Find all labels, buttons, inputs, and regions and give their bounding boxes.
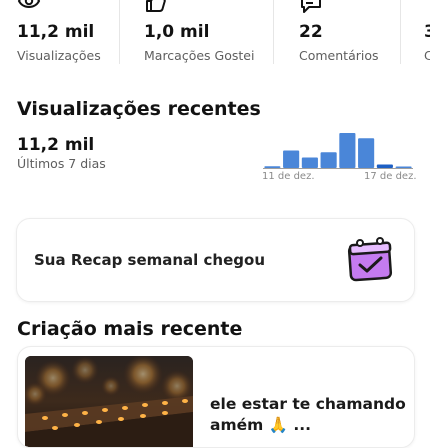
divider (119, 0, 120, 64)
stat-views-label: Visualizações (17, 48, 101, 63)
stat-partial-value: 3 (424, 22, 430, 42)
chart-axis (263, 168, 413, 169)
comment-icon (301, 0, 321, 13)
latest-creation-card[interactable]: ele estar te chamando amém 🙏 ... (17, 346, 415, 448)
stat-views-value: 11,2 mil (17, 22, 95, 42)
chart-tick-start: 11 de dez. (262, 171, 315, 182)
chart-tick-end: 17 de dez. (364, 171, 417, 182)
stat-comments-label: Comentários (299, 48, 379, 63)
eye-icon (17, 0, 41, 8)
weekly-recap-card[interactable]: Sua Recap semanal chegou (16, 218, 415, 302)
stat-partial-label: C (424, 48, 430, 63)
video-thumbnail[interactable] (25, 356, 193, 447)
chart-bar-4[interactable] (320, 152, 337, 168)
stat-partial[interactable]: 3 C (424, 0, 430, 64)
candles-image (25, 356, 193, 447)
weekly-recap-text: Sua Recap semanal chegou (34, 251, 266, 269)
calendar-check-icon (347, 237, 393, 282)
stats-row: 11,2 mil Visualizações 1,0 mil Marcações… (0, 0, 430, 64)
recent-views-subtitle: Últimos 7 dias (17, 156, 106, 171)
divider (400, 0, 401, 64)
latest-creation-title: Criação mais recente (17, 318, 243, 340)
recent-views-value: 11,2 mil (17, 135, 95, 155)
divider (273, 0, 274, 64)
chart-bar-6[interactable] (358, 138, 375, 168)
stat-likes-value: 1,0 mil (144, 22, 210, 42)
chart-bar-2[interactable] (283, 150, 300, 169)
thumbs-up-icon (146, 0, 166, 12)
stat-comments-value: 22 (299, 22, 323, 42)
chart-bar-5[interactable] (339, 133, 356, 168)
chart-bar-3[interactable] (301, 157, 318, 169)
views-bar-chart[interactable] (263, 132, 413, 168)
stat-likes-label: Marcações Gostei (144, 48, 255, 63)
recent-views-title: Visualizações recentes (17, 98, 261, 120)
